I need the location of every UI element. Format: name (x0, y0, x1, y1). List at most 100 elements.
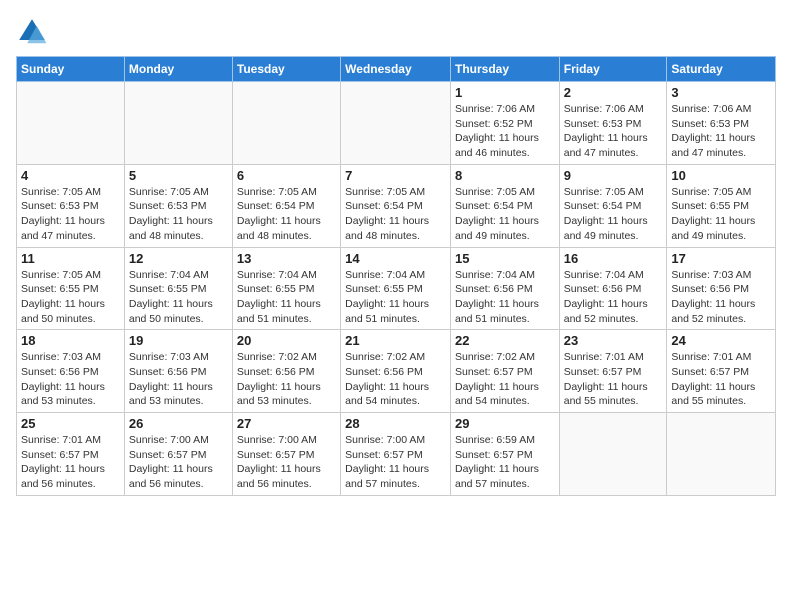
weekday-header: Saturday (667, 57, 776, 82)
day-info: Sunrise: 7:05 AM Sunset: 6:54 PM Dayligh… (345, 185, 446, 244)
day-number: 21 (345, 333, 446, 348)
day-number: 3 (671, 85, 771, 100)
calendar-cell: 4 Sunrise: 7:05 AM Sunset: 6:53 PM Daylig… (17, 164, 125, 247)
day-info: Sunrise: 7:03 AM Sunset: 6:56 PM Dayligh… (129, 350, 228, 409)
calendar-cell: 20 Sunrise: 7:02 AM Sunset: 6:56 PM Dayli… (232, 330, 340, 413)
day-info: Sunrise: 7:04 AM Sunset: 6:56 PM Dayligh… (455, 268, 555, 327)
calendar-cell (559, 413, 667, 496)
calendar-cell: 21 Sunrise: 7:02 AM Sunset: 6:56 PM Dayli… (341, 330, 451, 413)
logo-icon (16, 16, 48, 48)
day-info: Sunrise: 7:05 AM Sunset: 6:55 PM Dayligh… (671, 185, 771, 244)
day-number: 26 (129, 416, 228, 431)
calendar-week-row: 4 Sunrise: 7:05 AM Sunset: 6:53 PM Daylig… (17, 164, 776, 247)
day-info: Sunrise: 7:01 AM Sunset: 6:57 PM Dayligh… (21, 433, 120, 492)
calendar-cell: 8 Sunrise: 7:05 AM Sunset: 6:54 PM Daylig… (450, 164, 559, 247)
calendar-cell: 26 Sunrise: 7:00 AM Sunset: 6:57 PM Dayli… (124, 413, 232, 496)
weekday-header: Thursday (450, 57, 559, 82)
day-number: 8 (455, 168, 555, 183)
day-info: Sunrise: 7:00 AM Sunset: 6:57 PM Dayligh… (129, 433, 228, 492)
calendar-cell: 19 Sunrise: 7:03 AM Sunset: 6:56 PM Dayli… (124, 330, 232, 413)
day-info: Sunrise: 7:05 AM Sunset: 6:53 PM Dayligh… (21, 185, 120, 244)
day-info: Sunrise: 7:02 AM Sunset: 6:56 PM Dayligh… (237, 350, 336, 409)
day-info: Sunrise: 7:05 AM Sunset: 6:53 PM Dayligh… (129, 185, 228, 244)
calendar-cell: 5 Sunrise: 7:05 AM Sunset: 6:53 PM Daylig… (124, 164, 232, 247)
calendar-cell: 22 Sunrise: 7:02 AM Sunset: 6:57 PM Dayli… (450, 330, 559, 413)
calendar-cell: 17 Sunrise: 7:03 AM Sunset: 6:56 PM Dayli… (667, 247, 776, 330)
calendar-cell: 11 Sunrise: 7:05 AM Sunset: 6:55 PM Dayli… (17, 247, 125, 330)
day-info: Sunrise: 7:02 AM Sunset: 6:56 PM Dayligh… (345, 350, 446, 409)
day-info: Sunrise: 7:03 AM Sunset: 6:56 PM Dayligh… (21, 350, 120, 409)
day-info: Sunrise: 7:06 AM Sunset: 6:52 PM Dayligh… (455, 102, 555, 161)
calendar-cell (341, 82, 451, 165)
calendar-cell: 29 Sunrise: 6:59 AM Sunset: 6:57 PM Dayli… (450, 413, 559, 496)
day-number: 22 (455, 333, 555, 348)
day-info: Sunrise: 7:03 AM Sunset: 6:56 PM Dayligh… (671, 268, 771, 327)
calendar-week-row: 18 Sunrise: 7:03 AM Sunset: 6:56 PM Dayli… (17, 330, 776, 413)
day-number: 29 (455, 416, 555, 431)
day-number: 27 (237, 416, 336, 431)
day-info: Sunrise: 7:04 AM Sunset: 6:56 PM Dayligh… (564, 268, 663, 327)
calendar-cell: 3 Sunrise: 7:06 AM Sunset: 6:53 PM Daylig… (667, 82, 776, 165)
day-number: 6 (237, 168, 336, 183)
calendar-header-row: SundayMondayTuesdayWednesdayThursdayFrid… (17, 57, 776, 82)
calendar-cell: 16 Sunrise: 7:04 AM Sunset: 6:56 PM Dayli… (559, 247, 667, 330)
day-number: 17 (671, 251, 771, 266)
day-number: 19 (129, 333, 228, 348)
calendar-table: SundayMondayTuesdayWednesdayThursdayFrid… (16, 56, 776, 496)
calendar-week-row: 25Sunrise: 7:01 AM Sunset: 6:57 PM Dayli… (17, 413, 776, 496)
day-info: Sunrise: 7:04 AM Sunset: 6:55 PM Dayligh… (129, 268, 228, 327)
day-info: Sunrise: 6:59 AM Sunset: 6:57 PM Dayligh… (455, 433, 555, 492)
day-info: Sunrise: 7:04 AM Sunset: 6:55 PM Dayligh… (237, 268, 336, 327)
day-number: 24 (671, 333, 771, 348)
calendar-week-row: 1 Sunrise: 7:06 AM Sunset: 6:52 PM Daylig… (17, 82, 776, 165)
calendar-cell: 12 Sunrise: 7:04 AM Sunset: 6:55 PM Dayli… (124, 247, 232, 330)
day-number: 14 (345, 251, 446, 266)
calendar-cell (232, 82, 340, 165)
weekday-header: Sunday (17, 57, 125, 82)
calendar-cell (17, 82, 125, 165)
calendar-cell: 25Sunrise: 7:01 AM Sunset: 6:57 PM Dayli… (17, 413, 125, 496)
weekday-header: Tuesday (232, 57, 340, 82)
calendar-cell: 1 Sunrise: 7:06 AM Sunset: 6:52 PM Daylig… (450, 82, 559, 165)
day-number: 11 (21, 251, 120, 266)
calendar-cell (667, 413, 776, 496)
day-number: 23 (564, 333, 663, 348)
calendar-cell: 13 Sunrise: 7:04 AM Sunset: 6:55 PM Dayli… (232, 247, 340, 330)
day-info: Sunrise: 7:00 AM Sunset: 6:57 PM Dayligh… (237, 433, 336, 492)
day-number: 18 (21, 333, 120, 348)
day-info: Sunrise: 7:01 AM Sunset: 6:57 PM Dayligh… (671, 350, 771, 409)
day-info: Sunrise: 7:05 AM Sunset: 6:54 PM Dayligh… (564, 185, 663, 244)
calendar-cell: 23 Sunrise: 7:01 AM Sunset: 6:57 PM Dayli… (559, 330, 667, 413)
day-info: Sunrise: 7:00 AM Sunset: 6:57 PM Dayligh… (345, 433, 446, 492)
weekday-header: Wednesday (341, 57, 451, 82)
day-info: Sunrise: 7:06 AM Sunset: 6:53 PM Dayligh… (671, 102, 771, 161)
day-number: 12 (129, 251, 228, 266)
calendar-cell: 28 Sunrise: 7:00 AM Sunset: 6:57 PM Dayli… (341, 413, 451, 496)
calendar-cell (124, 82, 232, 165)
day-number: 4 (21, 168, 120, 183)
day-number: 9 (564, 168, 663, 183)
calendar-cell: 15Sunrise: 7:04 AM Sunset: 6:56 PM Dayli… (450, 247, 559, 330)
day-info: Sunrise: 7:05 AM Sunset: 6:55 PM Dayligh… (21, 268, 120, 327)
logo (16, 16, 52, 48)
day-number: 16 (564, 251, 663, 266)
day-info: Sunrise: 7:02 AM Sunset: 6:57 PM Dayligh… (455, 350, 555, 409)
calendar-cell: 7 Sunrise: 7:05 AM Sunset: 6:54 PM Daylig… (341, 164, 451, 247)
day-number: 7 (345, 168, 446, 183)
calendar-cell: 10 Sunrise: 7:05 AM Sunset: 6:55 PM Dayli… (667, 164, 776, 247)
calendar-week-row: 11 Sunrise: 7:05 AM Sunset: 6:55 PM Dayli… (17, 247, 776, 330)
day-number: 10 (671, 168, 771, 183)
day-info: Sunrise: 7:06 AM Sunset: 6:53 PM Dayligh… (564, 102, 663, 161)
day-info: Sunrise: 7:01 AM Sunset: 6:57 PM Dayligh… (564, 350, 663, 409)
day-number: 28 (345, 416, 446, 431)
calendar-cell: 14 Sunrise: 7:04 AM Sunset: 6:55 PM Dayli… (341, 247, 451, 330)
calendar-cell: 27 Sunrise: 7:00 AM Sunset: 6:57 PM Dayli… (232, 413, 340, 496)
calendar-cell: 24 Sunrise: 7:01 AM Sunset: 6:57 PM Dayli… (667, 330, 776, 413)
day-info: Sunrise: 7:04 AM Sunset: 6:55 PM Dayligh… (345, 268, 446, 327)
day-info: Sunrise: 7:05 AM Sunset: 6:54 PM Dayligh… (455, 185, 555, 244)
day-number: 13 (237, 251, 336, 266)
calendar-cell: 18 Sunrise: 7:03 AM Sunset: 6:56 PM Dayli… (17, 330, 125, 413)
day-number: 5 (129, 168, 228, 183)
day-number: 1 (455, 85, 555, 100)
day-number: 20 (237, 333, 336, 348)
